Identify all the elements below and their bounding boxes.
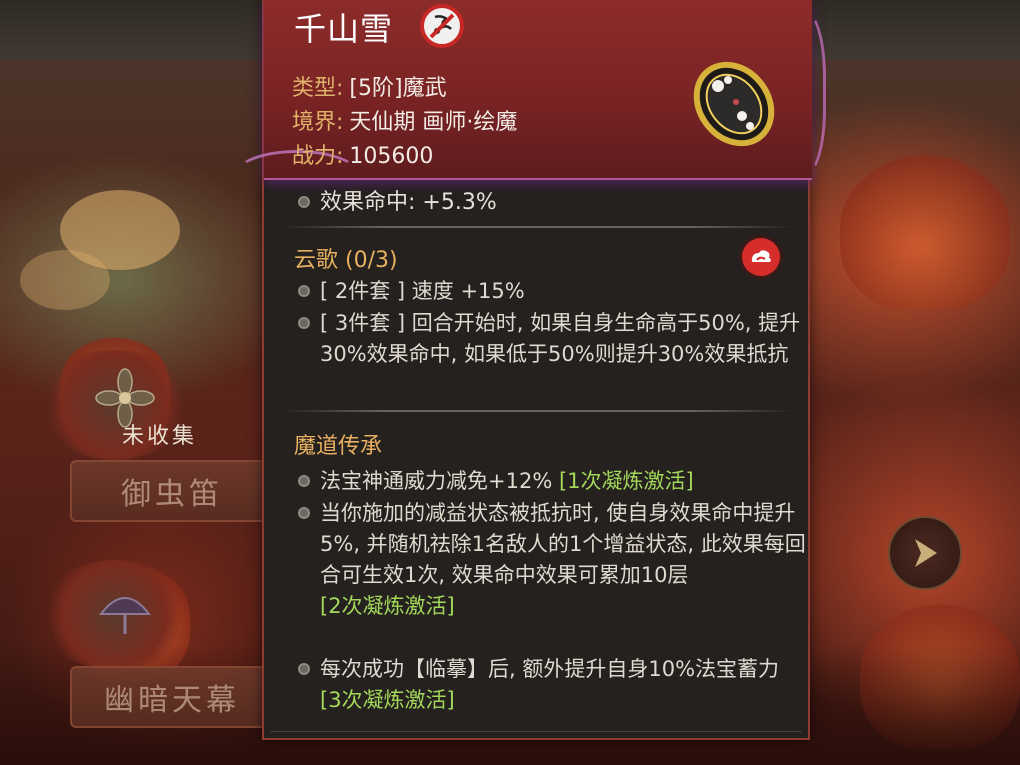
arrow-right-icon: [915, 539, 937, 567]
item-realm-row: 境界: 天仙期 画师·绘魔: [292, 104, 517, 136]
legacy-effect-text: 每次成功【临摹】后, 额外提升自身10%法宝蓄力: [320, 657, 780, 681]
legacy-effect-text: 当你施加的减益状态被抵抗时, 使自身效果命中提升5%, 并随机祛除1名敌人的1个…: [320, 501, 806, 587]
item-name: 千山雪: [294, 10, 394, 48]
legacy-unlock-tag: [2次凝炼激活]: [320, 594, 455, 618]
item-type-value: [5阶]魔武: [349, 76, 447, 101]
item-stat-text: 效果命中: +5.3%: [320, 190, 497, 215]
legacy-title: 魔道传承: [294, 434, 383, 459]
bullet-icon: [298, 507, 310, 519]
item-type-row: 类型: [5阶]魔武: [292, 70, 447, 102]
background-cloud: [20, 250, 110, 310]
bullet-icon: [298, 285, 310, 297]
bullet-icon: [298, 196, 310, 208]
bullet-icon: [298, 475, 310, 487]
bullet-icon: [298, 663, 310, 675]
collection-item-name: 御虫笛: [70, 460, 274, 522]
set-effect-3pc: [ 3件套 ] 回合开始时, 如果自身生命高于50%, 提升30%效果命中, 如…: [298, 308, 806, 370]
legacy-effect-2: 当你施加的减益状态被抵抗时, 使自身效果命中提升5%, 并随机祛除1名敌人的1个…: [298, 498, 806, 622]
legacy-effect-3: 每次成功【临摹】后, 额外提升自身10%法宝蓄力 [3次凝炼激活]: [298, 654, 806, 716]
next-page-button[interactable]: [888, 516, 962, 590]
treasure-mirror-icon: [693, 61, 775, 147]
legacy-effect-text: 法宝神通威力减免+12%: [320, 469, 559, 493]
legacy-unlock-tag: [1次凝炼激活]: [558, 469, 694, 493]
collection-item-name: 幽暗天幕: [70, 666, 274, 728]
item-type-label: 类型:: [292, 76, 344, 101]
section-divider: [282, 226, 794, 228]
set-effect-2pc: [ 2件套 ] 速度 +15%: [298, 276, 784, 307]
set-title: 云歌 (0/3): [294, 248, 398, 273]
collection-status-label: 未收集: [122, 424, 198, 449]
section-divider: [282, 410, 794, 412]
item-realm-label: 境界:: [292, 110, 344, 135]
item-power-label: 战力:: [292, 144, 344, 169]
set-cloud-icon: [742, 238, 780, 276]
background-flame: [840, 150, 1010, 310]
item-power-value: 105600: [349, 144, 434, 169]
item-realm-value: 天仙期 画师·绘魔: [349, 110, 518, 135]
canopy-icon: [98, 597, 152, 634]
tooltip-header: 千山雪 类型: [5阶]魔武 境界: 天仙期 画师·绘魔 战力: 105600: [234, 0, 826, 180]
panel-bottom-line: [270, 731, 802, 732]
item-power-row: 战力: 105600: [292, 138, 433, 170]
item-tooltip-panel: 千山雪 类型:[5阶]魔武 境界:天仙期 画师·绘魔 战力:105600: [234, 0, 826, 740]
legacy-unlock-tag: [3次凝炼激活]: [320, 688, 455, 712]
set-effect-text: [ 3件套 ] 回合开始时, 如果自身生命高于50%, 提升30%效果命中, 如…: [320, 311, 801, 366]
legacy-effect-1: 法宝神通威力减免+12% [1次凝炼激活]: [298, 466, 806, 497]
no-entry-icon: [420, 4, 464, 48]
bullet-icon: [298, 317, 310, 329]
item-stat-line: 效果命中: +5.3%: [298, 184, 497, 216]
set-effect-text: [ 2件套 ] 速度 +15%: [320, 279, 525, 303]
